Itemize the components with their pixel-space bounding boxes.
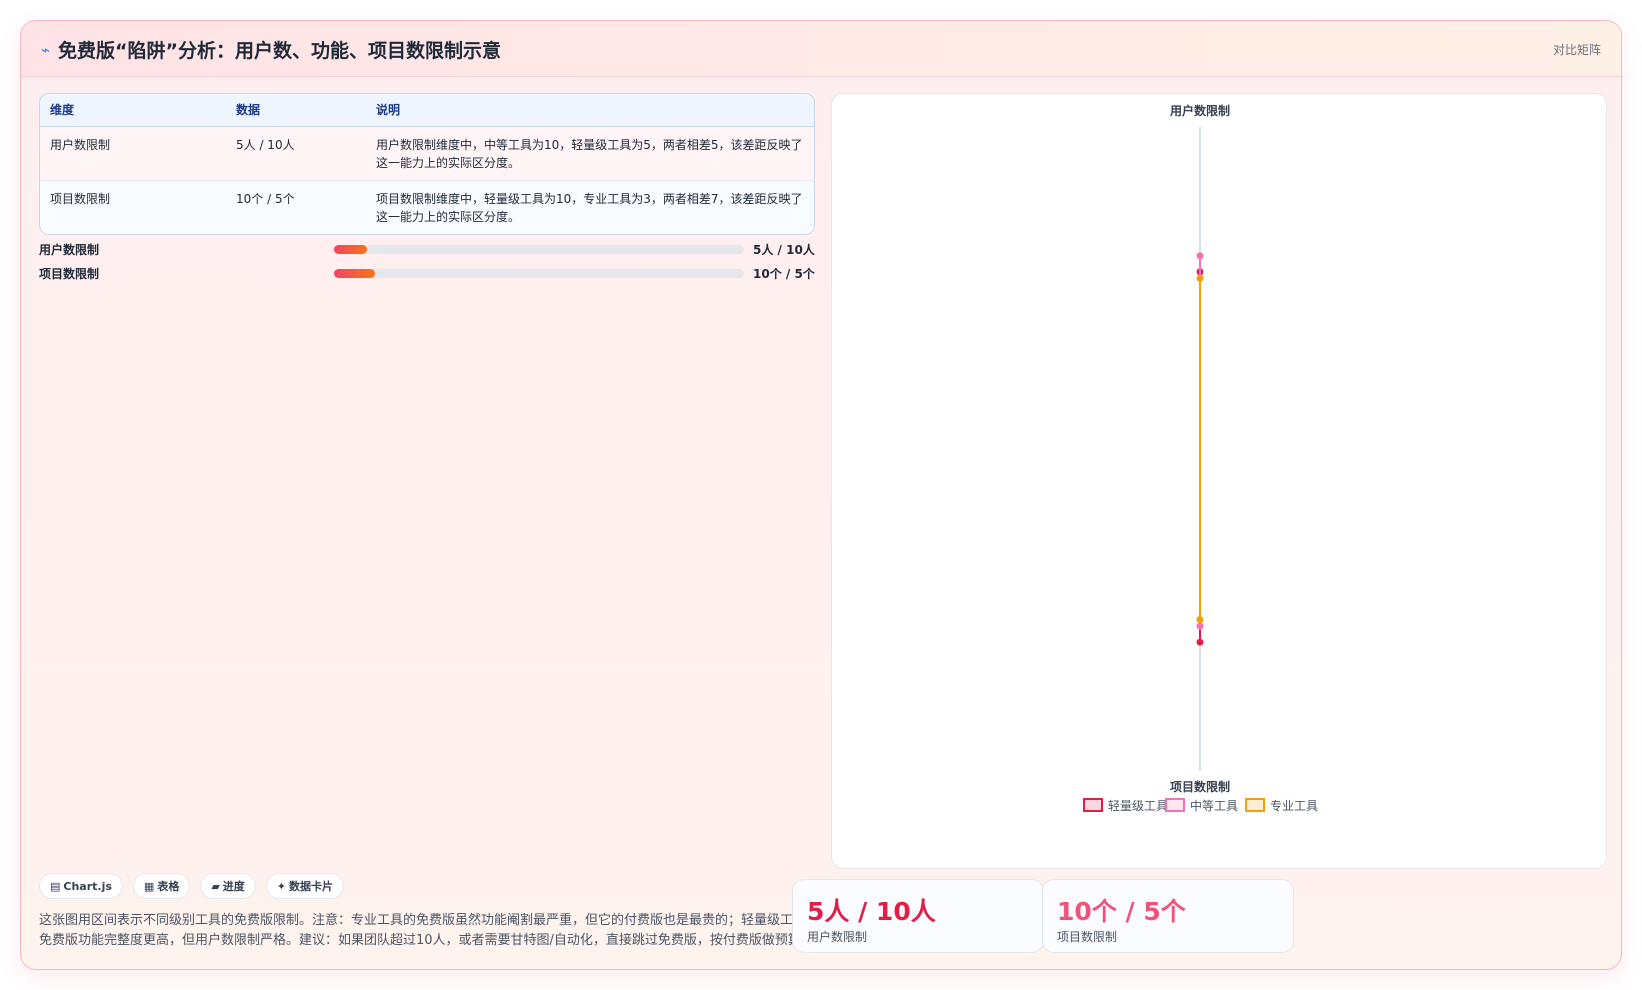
legend-label: 专业工具 [1270,798,1318,813]
table-header-row: 维度 数据 说明 [40,94,814,127]
radar-point [1196,252,1204,260]
col-header-dimension: 维度 [40,94,226,127]
radar-chart-panel: 用户数限制项目数限制 轻量级工具 中等工具 专业工具 [831,93,1607,869]
pill-data-cards[interactable]: ✦ 数据卡片 [265,873,345,899]
col-header-description: 说明 [366,94,814,127]
pill-label: Chart.js [63,879,112,893]
page-title-text: 免费版“陷阱”分析：用户数、功能、项目数限制示意 [58,40,502,62]
view-pills: ▤ Chart.js ▦ 表格 ▰ 进度 ✦ 数据卡片 [39,873,345,899]
main-card: ⌁ 免费版“陷阱”分析：用户数、功能、项目数限制示意 对比矩阵 维度 数据 说明… [20,20,1622,970]
data-table: 维度 数据 说明 用户数限制 5人 / 10人 用户数限制维度中，中等工具为10… [39,93,815,235]
stat-label: 用户数限制 [807,930,868,944]
progress-label: 用户数限制 [39,243,100,257]
progress-fill [334,245,367,254]
legend-swatch [1165,798,1185,812]
col-header-data: 数据 [226,94,366,127]
pill-progress[interactable]: ▰ 进度 [200,873,256,899]
stat-value: 5人 / 10人 [807,897,936,926]
table-row: 用户数限制 5人 / 10人 用户数限制维度中，中等工具为10，轻量级工具为5，… [40,126,814,180]
radar-point [1196,638,1204,646]
table-cell-data: 5人 / 10人 [236,137,295,152]
table-cell-description: 用户数限制维度中，中等工具为10，轻量级工具为5，两者相差5，该差距反映了这一能… [376,137,803,170]
page-title: ⌁ 免费版“陷阱”分析：用户数、功能、项目数限制示意 [41,36,501,63]
table-icon: ▦ [143,879,155,893]
progress-value: 5人 / 10人 [753,243,815,257]
legend-swatch [1245,798,1265,812]
card-icon: ✦ [276,879,287,893]
stat-value: 10个 / 5个 [1057,897,1186,926]
progress-track [334,269,744,278]
legend-label: 轻量级工具 [1108,799,1168,813]
compare-matrix-link[interactable]: 对比矩阵 [1553,41,1601,58]
table-cell-dimension: 项目数限制 [50,191,111,206]
card-header: ⌁ 免费版“陷阱”分析：用户数、功能、项目数限制示意 对比矩阵 [21,21,1621,77]
trend-icon: ⌁ [41,40,51,59]
table-cell-dimension: 用户数限制 [50,137,111,152]
stat-card-projects: 10个 / 5个 项目数限制 [1042,879,1294,953]
legend-swatch [1083,798,1103,812]
analysis-note: 这张图用区间表示不同级别工具的免费版限制。注意：专业工具的免费版虽然功能阉割最严… [39,913,820,948]
pill-table[interactable]: ▦ 表格 [132,873,191,899]
progress-label: 项目数限制 [39,267,100,281]
legend-label: 中等工具 [1190,798,1238,813]
radar-point [1196,622,1204,630]
progress-value: 10个 / 5个 [753,267,815,281]
table-row: 项目数限制 10个 / 5个 项目数限制维度中，轻量级工具为10，专业工具为3，… [40,180,814,234]
table-cell-data: 10个 / 5个 [236,191,295,206]
stat-card-users: 5人 / 10人 用户数限制 [792,879,1044,953]
radar-point [1196,616,1204,624]
chart-icon: ▤ [50,879,61,893]
progress-track [334,245,744,254]
pill-label: 进度 [222,880,245,893]
stat-label: 项目数限制 [1057,930,1118,944]
progress-fill [334,269,375,278]
table-cell-description: 项目数限制维度中，轻量级工具为10，专业工具为3，两者相差7，该差距反映了这一能… [376,191,803,224]
progress-row: 项目数限制 10个 / 5个 [39,263,819,287]
radar-axis-label: 用户数限制 [1169,103,1230,118]
progress-row: 用户数限制 5人 / 10人 [39,239,819,263]
progress-list: 用户数限制 5人 / 10人 项目数限制 10个 / 5个 [39,239,819,287]
radar-axis-label: 项目数限制 [1170,779,1230,794]
pill-label: 表格 [157,880,180,893]
radar-chart: 用户数限制项目数限制轻量级工具 中等工具 专业工具 [1083,103,1318,813]
radar-point [1196,274,1204,282]
pill-label: 数据卡片 [289,880,334,893]
pill-chartjs[interactable]: ▤ Chart.js [39,873,123,899]
progress-icon: ▰ [211,879,220,893]
